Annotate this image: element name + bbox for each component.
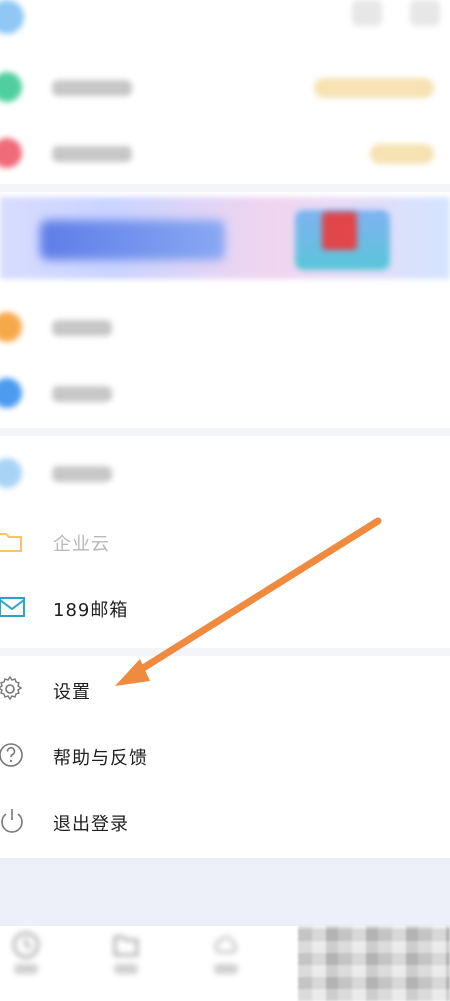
menu-item-enterprise-cloud[interactable]: 企业云 — [0, 512, 450, 572]
tab-label-blurred — [114, 964, 138, 974]
message-icon[interactable] — [410, 0, 440, 26]
green-icon — [0, 72, 22, 102]
menu-item-label: 帮助与反馈 — [53, 748, 148, 769]
promo-badge — [370, 144, 434, 164]
banner-text — [40, 220, 225, 260]
tab-label-blurred — [214, 964, 238, 974]
menu-item-blurred-3[interactable] — [0, 298, 450, 358]
gear-icon — [0, 675, 23, 701]
pixelated-tab-area — [298, 926, 450, 1001]
mail-icon — [0, 597, 25, 617]
menu-item-blurred-4[interactable] — [0, 364, 450, 424]
menu-item-label: 退出登录 — [53, 814, 129, 835]
menu-item-blurred-1[interactable] — [0, 58, 450, 118]
promo-badge — [314, 78, 434, 98]
orange-icon — [0, 312, 22, 342]
banner-gift-icon — [322, 212, 357, 250]
menu-item-help-feedback[interactable]: 帮助与反馈 — [0, 726, 450, 786]
tab-recent[interactable] — [0, 930, 56, 996]
clock-icon — [13, 932, 39, 958]
tab-label-blurred — [14, 964, 38, 974]
menu-item-blurred-5[interactable] — [0, 444, 450, 504]
separator — [0, 648, 450, 656]
menu-item-label: 设置 — [53, 682, 91, 703]
blurred-label — [52, 466, 112, 482]
blurred-label — [52, 146, 132, 162]
separator — [0, 428, 450, 436]
folder-icon — [0, 533, 22, 552]
help-icon — [0, 743, 23, 767]
blue-icon — [0, 378, 22, 408]
menu-item-label: 企业云 — [53, 534, 110, 555]
bottom-spacer — [0, 858, 450, 926]
tab-files[interactable] — [96, 930, 156, 996]
tab-cloud[interactable] — [196, 930, 256, 996]
menu-item-logout[interactable]: 退出登录 — [0, 792, 450, 852]
lightblue-icon — [0, 458, 22, 488]
menu-item-189-mail[interactable]: 189邮箱 — [0, 578, 450, 638]
file-icon — [114, 936, 138, 956]
red-icon — [0, 138, 22, 168]
separator — [0, 184, 450, 192]
scan-icon[interactable] — [352, 0, 382, 26]
avatar[interactable] — [0, 0, 24, 34]
blurred-label — [52, 80, 132, 96]
menu-item-label: 189邮箱 — [53, 600, 129, 621]
menu-item-settings[interactable]: 设置 — [0, 660, 450, 720]
blurred-label — [52, 386, 112, 402]
menu-item-blurred-2[interactable] — [0, 124, 450, 184]
cloud-icon — [214, 936, 237, 953]
power-icon — [1, 809, 23, 833]
blurred-label — [52, 320, 112, 336]
